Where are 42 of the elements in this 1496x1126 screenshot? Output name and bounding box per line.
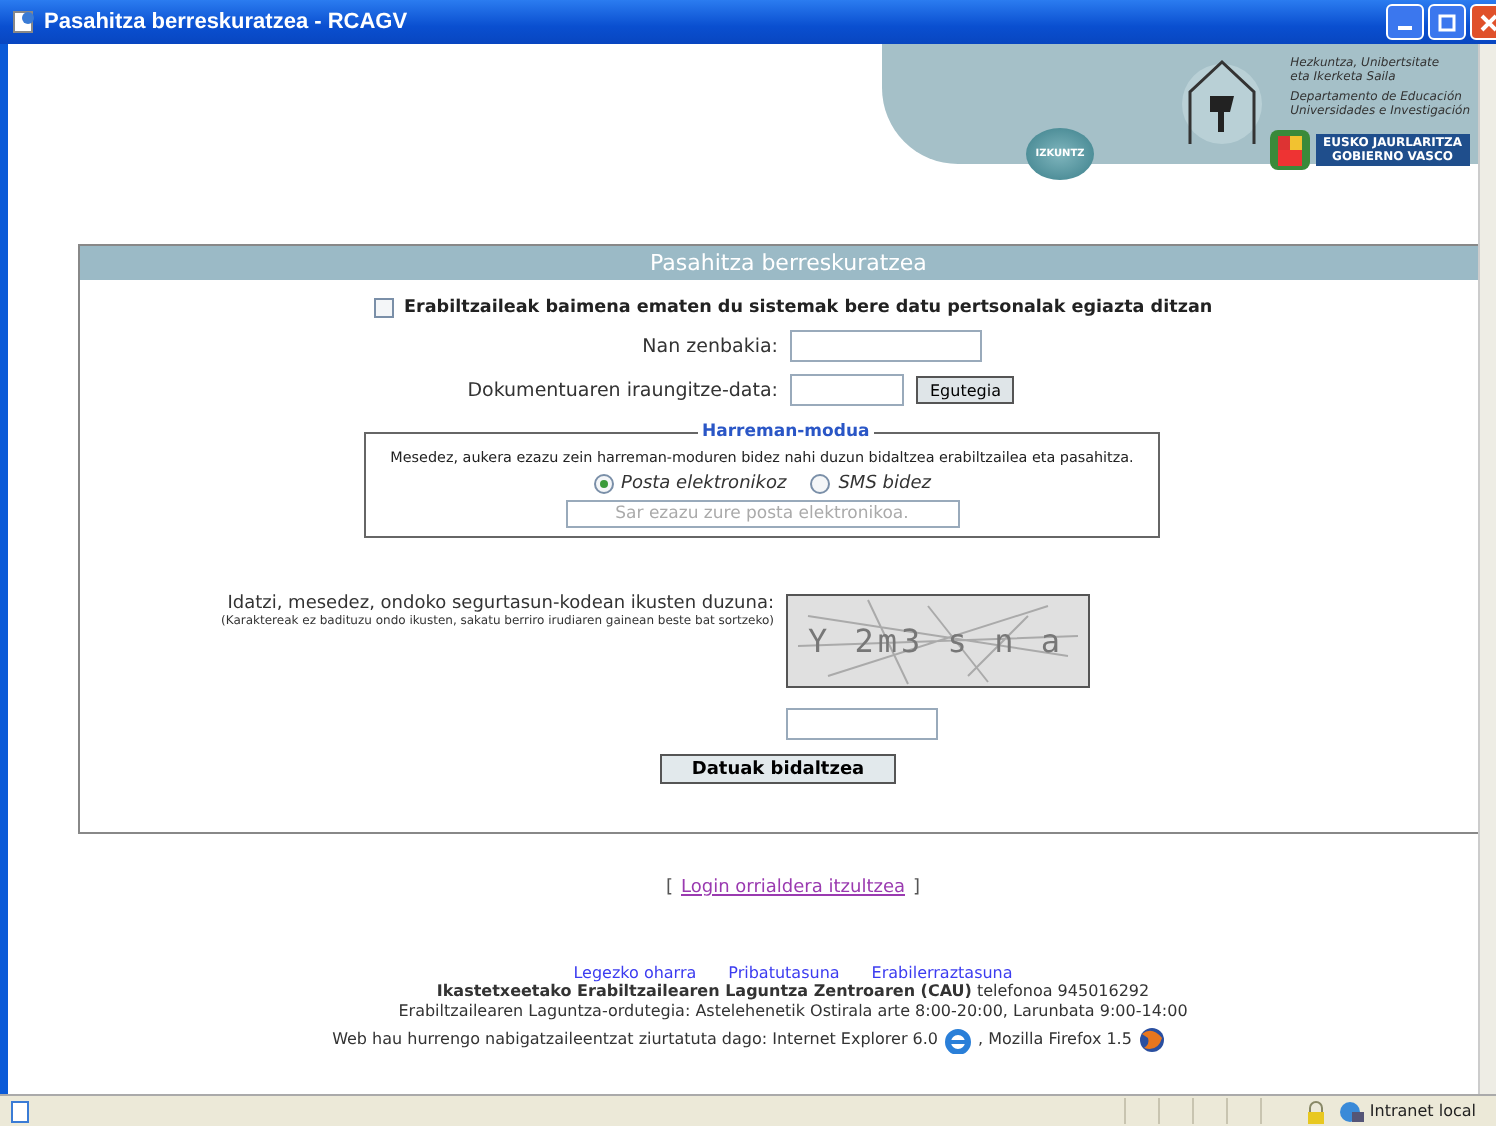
security-zone: Intranet local xyxy=(1369,1102,1476,1120)
maximize-icon xyxy=(1438,13,1456,31)
captcha-label: Idatzi, mesedez, ondoko segurtasun-kodean ikusten duzuna: xyxy=(227,594,774,614)
page-icon xyxy=(8,1099,32,1123)
fox-globe-icon xyxy=(1137,1026,1166,1054)
radio-label: Posta elektronikoz xyxy=(621,474,787,494)
date-field[interactable] xyxy=(790,374,904,406)
house-logo-icon xyxy=(1182,56,1262,148)
close-icon xyxy=(1480,13,1496,31)
captcha-field[interactable] xyxy=(786,708,938,740)
lock-icon xyxy=(1305,1099,1326,1123)
window-title: Pasahitza berreskuratzea - RCAGV xyxy=(44,10,408,34)
consent-label: Erabiltzaileak baimena ematen du sistemak bere datu pertsonalak egiazta ditzan xyxy=(404,298,1213,318)
bracket: ] xyxy=(913,878,921,898)
hours-text: Erabiltzailearen Laguntza-ordutegia: Astelehenetik Ostirala arte 8:00-20:00, Larunbata 9:00-14:00 xyxy=(398,1002,1188,1022)
submit-button[interactable]: Datuak bidaltzea xyxy=(660,754,896,784)
fieldset-legend: Harreman-modua xyxy=(698,422,874,442)
captcha-code: Y 2m3 s n a xyxy=(806,622,1064,660)
browser-e-icon xyxy=(944,1027,972,1053)
radio-button[interactable] xyxy=(810,474,831,494)
field-label: Nan zenbakia: xyxy=(640,335,778,357)
back-link[interactable]: Login orrialdera itzultzea xyxy=(681,878,905,898)
footer-link[interactable]: Legezko oharra xyxy=(573,964,697,982)
coat-of-arms-icon xyxy=(1267,128,1312,172)
browser-text: , Mozilla Firefox 1.5 xyxy=(978,1030,1132,1050)
globe-icon xyxy=(1337,1099,1364,1123)
minimize-icon xyxy=(1398,26,1412,30)
bracket: [ xyxy=(665,878,673,898)
contact-text: Ikastetxeetako Erabiltzailearen Laguntza Zentroaren (CAU) telefonoa 945016292 xyxy=(436,982,1150,1002)
field-label: Dokumentuaren iraungitze-data: xyxy=(465,379,778,401)
minimize-button[interactable] xyxy=(1386,4,1424,40)
browser-text: Web hau hurrengo nabigatzaileentzat ziurtatuta dago: Internet Explorer 6.0 xyxy=(332,1030,938,1050)
maximize-button[interactable] xyxy=(1428,4,1466,40)
consent-checkbox[interactable] xyxy=(374,298,394,318)
page-icon xyxy=(12,10,36,34)
id-number-field[interactable] xyxy=(790,330,982,362)
footer-link[interactable]: Erabilerraztasuna xyxy=(871,964,1013,982)
radio-button[interactable] xyxy=(593,474,614,494)
panel-title: Pasahitza berreskuratzea xyxy=(650,250,927,276)
radio-label: SMS bidez xyxy=(838,474,931,494)
calendar-button[interactable]: Egutegia xyxy=(916,376,1015,404)
footer-link[interactable]: Pribatutasuna xyxy=(728,964,840,982)
